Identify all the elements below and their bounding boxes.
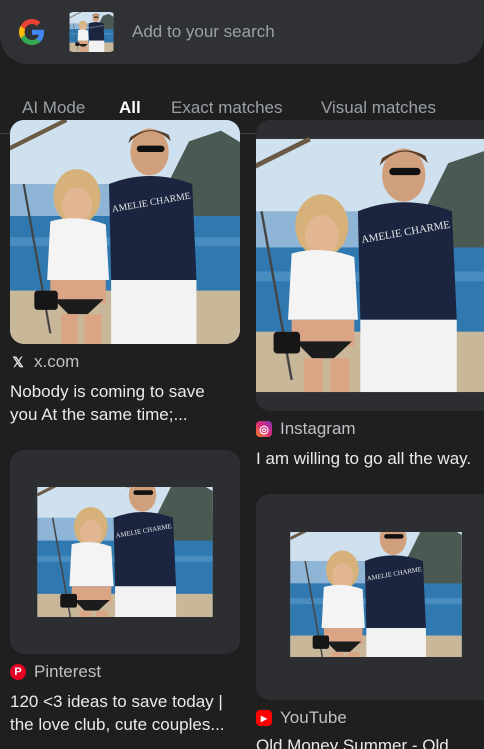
google-logo-icon[interactable] bbox=[17, 17, 47, 47]
source-label: Pinterest bbox=[34, 662, 102, 681]
result-image-pinterest bbox=[10, 487, 240, 617]
title-line: Old Money Summer - Old bbox=[256, 736, 449, 749]
result-title-instagram[interactable]: I am willing to go all the way. bbox=[256, 447, 484, 470]
tab-exact-matches[interactable]: Exact matches bbox=[171, 98, 283, 118]
tab-ai-mode[interactable]: AI Mode bbox=[22, 98, 85, 118]
result-image-xcom[interactable] bbox=[10, 120, 240, 344]
result-image-youtube bbox=[256, 532, 484, 657]
pinterest-icon: P bbox=[10, 664, 26, 680]
title-line: Nobody is coming to save bbox=[10, 382, 205, 401]
youtube-icon: ▶ bbox=[256, 710, 272, 726]
search-bar bbox=[0, 0, 484, 64]
title-line: I am willing to go all the way. bbox=[256, 449, 472, 468]
tab-visual-matches[interactable]: Visual matches bbox=[321, 98, 436, 118]
title-line: the love club, cute couples... bbox=[10, 715, 225, 734]
query-image-thumbnail[interactable] bbox=[66, 12, 117, 52]
source-label: YouTube bbox=[280, 708, 347, 727]
tab-all[interactable]: All bbox=[119, 98, 141, 118]
result-source-pinterest[interactable]: P Pinterest bbox=[10, 662, 101, 682]
instagram-icon: ◎ bbox=[256, 421, 272, 437]
source-label: x.com bbox=[34, 352, 80, 371]
result-card-youtube[interactable] bbox=[256, 494, 484, 700]
title-line: you At the same time;... bbox=[10, 405, 188, 424]
search-input[interactable] bbox=[132, 21, 462, 43]
result-card-pinterest[interactable] bbox=[10, 450, 240, 654]
result-source-instagram[interactable]: ◎ Instagram bbox=[256, 419, 356, 439]
title-line: 120 <3 ideas to save today | bbox=[10, 692, 223, 711]
result-source-xcom[interactable]: 𝕏 x.com bbox=[10, 352, 79, 372]
result-image-instagram[interactable] bbox=[256, 120, 484, 411]
result-title-pinterest[interactable]: 120 <3 ideas to save today | the love cl… bbox=[10, 690, 242, 736]
result-title-youtube[interactable]: Old Money Summer - Old bbox=[256, 734, 484, 749]
result-source-youtube[interactable]: ▶ YouTube bbox=[256, 708, 347, 728]
x-logo-icon: 𝕏 bbox=[12, 353, 24, 370]
source-label: Instagram bbox=[280, 419, 356, 438]
result-title-xcom[interactable]: Nobody is coming to save you At the same… bbox=[10, 380, 240, 426]
